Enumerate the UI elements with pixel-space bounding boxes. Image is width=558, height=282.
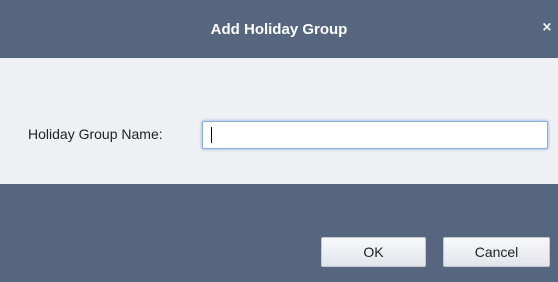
dialog-title-bar[interactable]: Add Holiday Group × — [0, 0, 558, 58]
holiday-group-name-label: Holiday Group Name: — [28, 126, 163, 142]
close-icon[interactable]: × — [540, 20, 554, 36]
cancel-button[interactable]: Cancel — [443, 237, 550, 267]
ok-button[interactable]: OK — [321, 237, 426, 267]
holiday-group-name-input[interactable] — [202, 121, 548, 149]
add-holiday-group-dialog: Add Holiday Group × Holiday Group Name: … — [0, 0, 558, 282]
dialog-body: Holiday Group Name: — [0, 58, 558, 184]
dialog-title: Add Holiday Group — [210, 21, 348, 38]
text-caret — [211, 127, 212, 143]
dialog-footer: OK Cancel — [0, 184, 558, 282]
